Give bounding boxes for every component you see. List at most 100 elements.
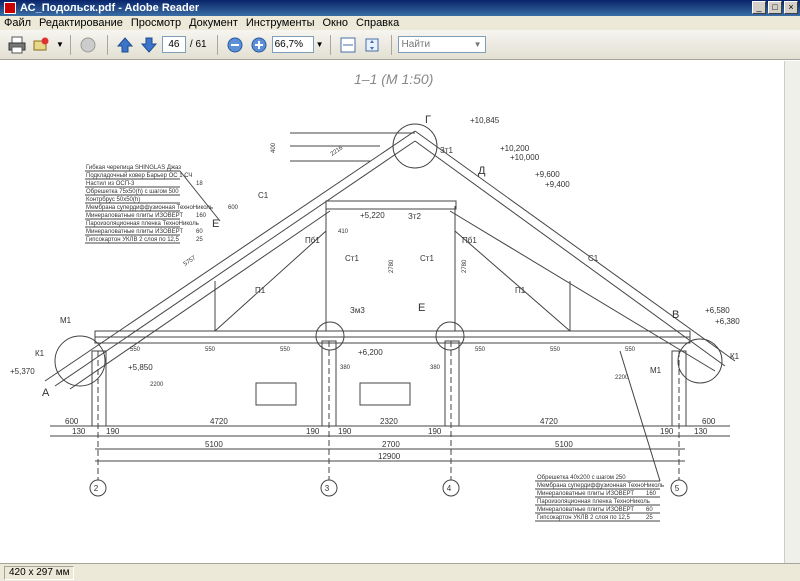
- adobe-reader-icon: [4, 2, 16, 14]
- spacing-dim: 550: [130, 347, 141, 353]
- previous-page-icon[interactable]: [114, 34, 136, 56]
- menu-edit[interactable]: Редактирование: [35, 17, 127, 29]
- member-label: М1: [650, 366, 662, 375]
- minimize-button[interactable]: _: [752, 1, 766, 14]
- axis-label: 3: [325, 484, 330, 493]
- close-button[interactable]: ×: [784, 1, 798, 14]
- section-letter: Е: [418, 302, 425, 314]
- section-letter: Д: [478, 165, 486, 177]
- vertical-scrollbar[interactable]: [784, 61, 800, 563]
- document-view[interactable]: 1–1 (М 1:50) 2 3 4 5 600 4720 2320 4720 …: [0, 61, 800, 563]
- roof-layer-label: Пароизоляционная пленка ТехноНиколь: [86, 221, 199, 227]
- architectural-section-drawing: 1–1 (М 1:50) 2 3 4 5 600 4720 2320 4720 …: [10, 71, 740, 522]
- member-label: К1: [35, 349, 45, 358]
- zoom-in-icon[interactable]: [248, 34, 270, 56]
- elevation-mark: +10,000: [510, 153, 540, 162]
- roof-layer-value: 160: [196, 213, 207, 219]
- roof-layer-value: 60: [196, 229, 203, 235]
- member-label: Пб1: [305, 236, 320, 245]
- ceiling-layer-value: 25: [646, 515, 653, 521]
- status-bar: 420 x 297 мм: [0, 563, 800, 581]
- ceiling-layer-label: Мембрана супердиффузионная ТехноНиколь: [537, 483, 664, 489]
- fit-page-icon[interactable]: [361, 34, 383, 56]
- member-label: П1: [515, 286, 526, 295]
- menu-tools[interactable]: Инструменты: [242, 17, 319, 29]
- zoom-out-icon[interactable]: [224, 34, 246, 56]
- menu-view[interactable]: Просмотр: [127, 17, 185, 29]
- email-dropdown-icon[interactable]: ▼: [56, 40, 64, 49]
- menu-file[interactable]: Файл: [0, 17, 35, 29]
- roof-layer-label: Настил из ОСП-3: [86, 181, 135, 187]
- title-bar: АС_Подольск.pdf - Adobe Reader _ □ ×: [0, 0, 800, 16]
- elevation-mark: +6,380: [715, 317, 740, 326]
- member-label: Ст1: [345, 254, 359, 263]
- misc-dim: 2200: [615, 375, 629, 381]
- axis-label: 2: [94, 484, 99, 493]
- dim-label: 130: [694, 427, 708, 436]
- dim-label: 130: [72, 427, 86, 436]
- email-icon[interactable]: [30, 34, 52, 56]
- section-letter: В: [672, 309, 679, 321]
- roof-layer-label: Гипсокартон УКЛВ 2 слоя по 12,5: [86, 237, 180, 243]
- find-placeholder: Найти: [401, 39, 431, 50]
- find-dropdown-icon[interactable]: ▼: [474, 40, 482, 49]
- dim-label: 600: [702, 417, 716, 426]
- axis-label: 4: [447, 484, 452, 493]
- misc-dim: 400: [271, 142, 277, 153]
- dim-label: 190: [106, 427, 120, 436]
- section-letter: А: [42, 387, 50, 399]
- elevation-mark: +10,845: [470, 116, 500, 125]
- fit-width-icon[interactable]: [337, 34, 359, 56]
- find-input[interactable]: Найти ▼: [397, 36, 486, 53]
- misc-dim: 600: [228, 205, 239, 211]
- dim-label: 5100: [205, 440, 223, 449]
- misc-dim: 2780: [389, 259, 395, 273]
- zoom-level-field[interactable]: 66,7%: [271, 36, 314, 53]
- dim-label: 190: [660, 427, 674, 436]
- spacing-dim: 550: [205, 347, 216, 353]
- roof-layer-label: Минераловатные плиты ИЗОВЕРТ: [86, 213, 183, 219]
- zoom-dropdown-icon[interactable]: ▼: [316, 40, 324, 49]
- misc-dim: 380: [340, 365, 351, 371]
- toolbar: ▼ 46 / 61 66,7% ▼ Найти ▼: [0, 30, 800, 60]
- dim-total: 12900: [378, 452, 401, 461]
- member-label: К1: [730, 352, 740, 361]
- ceiling-layer-value: 60: [646, 507, 653, 513]
- member-label: М1: [60, 316, 72, 325]
- elevation-mark: +9,600: [535, 170, 560, 179]
- axis-label: 5: [675, 484, 680, 493]
- next-page-icon[interactable]: [138, 34, 160, 56]
- misc-dim: 2200: [150, 382, 164, 388]
- ceiling-layer-label: Гипсокартон УКЛВ 2 слоя по 12,5: [537, 515, 631, 521]
- misc-dim: 380: [430, 365, 441, 371]
- dim-label: 5100: [555, 440, 573, 449]
- page-number-input[interactable]: 46: [161, 36, 186, 53]
- member-label: С1: [258, 191, 269, 200]
- window-title: АС_Подольск.pdf - Adobe Reader: [20, 2, 200, 14]
- roof-layer-label: Гибкая черепица SHINGLAS Джаз: [86, 165, 181, 171]
- roof-layer-label: Подкладочный ковер Барьер ОС 1 СЧ: [86, 172, 192, 179]
- elevation-mark: +6,200: [358, 348, 383, 357]
- dim-label: 2700: [382, 440, 400, 449]
- dim-label: 600: [65, 417, 79, 426]
- hand-tool-icon[interactable]: [77, 34, 99, 56]
- member-label: Пб1: [462, 236, 477, 245]
- menu-document[interactable]: Документ: [185, 17, 242, 29]
- elevation-mark: +10,200: [500, 144, 530, 153]
- roof-layer-label: Контрбрус 50х50(h): [86, 197, 140, 203]
- menu-window[interactable]: Окно: [318, 17, 352, 29]
- dim-label: 4720: [540, 417, 558, 426]
- ceiling-layer-label: Минераловатные плиты ИЗОВЕРТ: [537, 491, 634, 497]
- misc-dim: 2780: [462, 259, 468, 273]
- member-label: П1: [255, 286, 266, 295]
- drawing-title: 1–1 (М 1:50): [354, 71, 433, 87]
- misc-dim: 2216: [330, 145, 345, 158]
- print-icon[interactable]: [6, 34, 28, 56]
- page-size-label: 420 x 297 мм: [4, 565, 75, 580]
- elevation-mark: +9,400: [545, 180, 570, 189]
- spacing-dim: 550: [625, 347, 636, 353]
- member-label: Ст1: [420, 254, 434, 263]
- spacing-dim: 550: [475, 347, 486, 353]
- menu-help[interactable]: Справка: [352, 17, 403, 29]
- maximize-button[interactable]: □: [768, 1, 782, 14]
